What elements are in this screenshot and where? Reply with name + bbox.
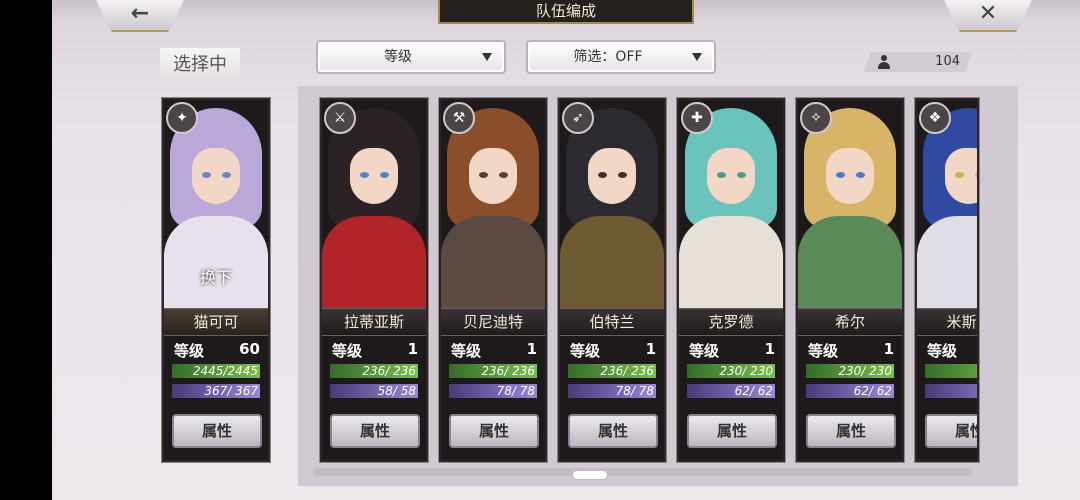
attributes-button[interactable]: 属性 [568,414,658,448]
back-button[interactable]: ← [96,0,184,32]
back-arrow-icon: ← [130,1,150,26]
mp-bar: 62/ [925,384,977,398]
level-row: 等级 1 [679,340,783,360]
class-icon: ✦ [166,102,198,134]
character-name: 希尔 [798,308,902,336]
level-label: 等级 [451,342,482,360]
class-icon: ✧ [800,102,832,134]
level-value: 1 [883,340,894,358]
mp-bar: 58/ 58 [330,384,418,398]
character-card[interactable]: ➶ 伯特兰 等级 1 236/ 236 78/ 78 属性 [558,98,666,462]
level-row: 等级 1 [441,340,545,360]
mp-bar: 78/ 78 [449,384,537,398]
attributes-button[interactable]: 属性 [925,414,977,448]
character-name: 伯特兰 [560,308,664,336]
level-value: 1 [764,340,775,358]
character-card[interactable]: ⚒ 贝尼迪特 等级 1 236/ 236 78/ 78 属性 [439,98,547,462]
class-icon: ➶ [562,102,594,134]
character-name: 克罗德 [679,308,783,336]
filter-dropdown[interactable]: 筛选：OFF [526,40,716,74]
page-title: 队伍编成 [438,0,694,24]
level-label: 等级 [808,342,839,360]
selecting-tab: 选择中 [160,48,240,82]
attributes-button[interactable]: 属性 [449,414,539,448]
sort-dropdown[interactable]: 等级 [316,40,506,74]
character-name: 米斯特 [917,308,977,336]
hp-bar: 236/ 236 [449,364,537,378]
class-icon: ❖ [919,102,951,134]
class-icon: ✚ [681,102,713,134]
horizontal-scrollbar[interactable] [314,468,972,476]
character-name: 拉蒂亚斯 [322,308,426,336]
close-icon: ✕ [978,1,998,26]
level-label: 等级 [174,342,205,360]
sort-dropdown-label: 等级 [384,49,412,65]
level-value: 1 [526,340,537,358]
level-row: 等级 60 [164,340,268,360]
character-card[interactable]: ✚ 克罗德 等级 1 230/ 230 62/ 62 属性 [677,98,785,462]
filter-dropdown-label: 筛选：OFF [573,49,643,65]
level-label: 等级 [570,342,601,360]
chevron-down-icon [692,53,702,61]
close-button[interactable]: ✕ [944,0,1032,32]
selected-character-card[interactable]: ✦ 换下 猫可可 等级 60 2445/2445 367/ 367 属性 [162,98,270,462]
mp-bar: 62/ 62 [687,384,775,398]
attributes-button[interactable]: 属性 [806,414,896,448]
unit-count: 104 [935,54,960,69]
character-name: 猫可可 [164,308,268,336]
level-value: 60 [239,340,260,358]
level-row: 等级 1 [798,340,902,360]
mp-bar: 62/ 62 [806,384,894,398]
attributes-button[interactable]: 属性 [687,414,777,448]
level-label: 等级 [927,342,958,360]
hp-bar: 236/ 236 [568,364,656,378]
hp-bar: 230/ 230 [687,364,775,378]
chevron-down-icon [482,53,492,61]
level-row: 等级 1 [917,340,977,360]
hp-bar: 2445/2445 [172,364,260,378]
unit-count-badge: 104 [864,52,972,72]
character-card[interactable]: ⚔ 拉蒂亚斯 等级 1 236/ 236 58/ 58 属性 [320,98,428,462]
character-name: 贝尼迪特 [441,308,545,336]
hp-bar: 236/ 236 [330,364,418,378]
party-formation-screen: ← 队伍编成 ✕ 选择中 等级 筛选：OFF 104 ✦ 换下 猫可可 等级 6… [52,0,1080,500]
level-value: 1 [407,340,418,358]
level-row: 等级 1 [560,340,664,360]
mp-bar: 78/ 78 [568,384,656,398]
level-row: 等级 1 [322,340,426,360]
person-icon [878,55,890,69]
class-icon: ⚒ [443,102,475,134]
class-icon: ⚔ [324,102,356,134]
level-label: 等级 [689,342,720,360]
character-card[interactable]: ❖ 米斯特 等级 1 230/ 62/ 属性 [915,98,979,462]
scroll-thumb[interactable] [572,470,608,480]
swap-out-label: 换下 [199,268,232,287]
level-label: 等级 [332,342,363,360]
hp-bar: 230/ 230 [806,364,894,378]
attributes-button[interactable]: 属性 [330,414,420,448]
attributes-button[interactable]: 属性 [172,414,262,448]
hp-bar: 230/ [925,364,977,378]
mp-bar: 367/ 367 [172,384,260,398]
level-value: 1 [645,340,656,358]
character-card[interactable]: ✧ 希尔 等级 1 230/ 230 62/ 62 属性 [796,98,904,462]
